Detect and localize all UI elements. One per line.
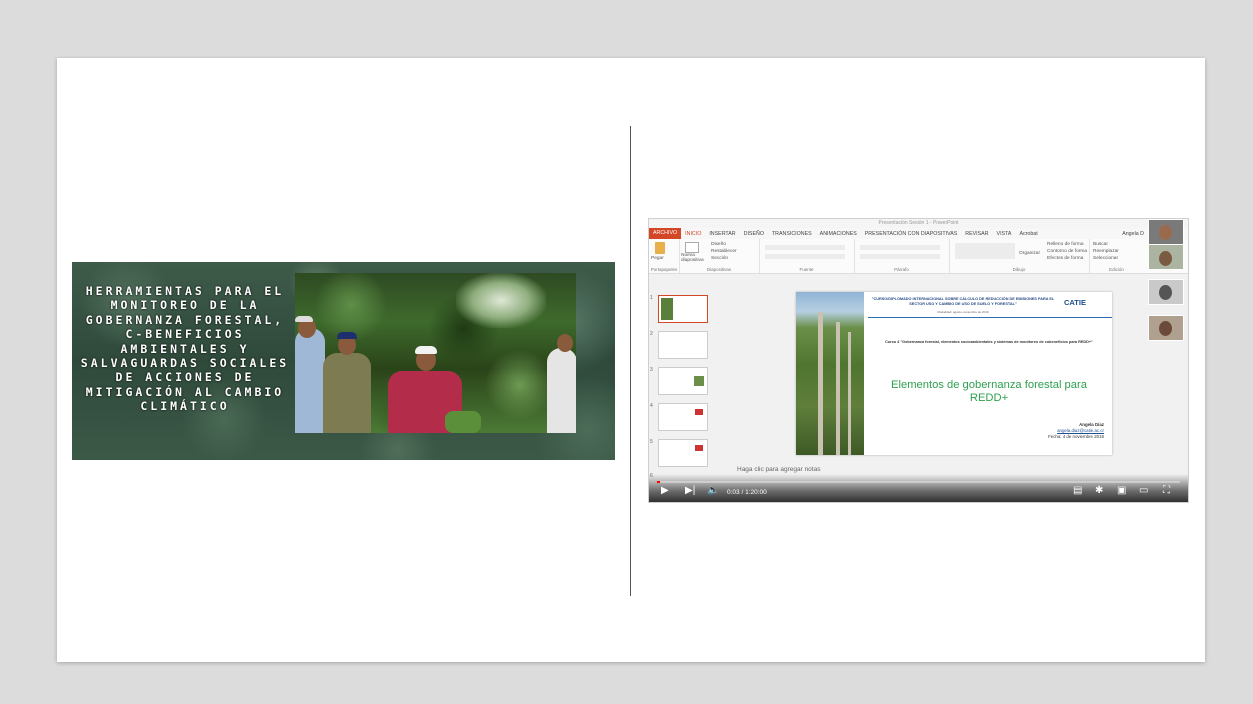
tab-design[interactable]: DISEÑO	[740, 231, 768, 237]
thumb-number: 1	[650, 295, 653, 301]
paste-button[interactable]: Pegar	[651, 256, 664, 261]
thumb-number: 2	[650, 331, 653, 337]
thumb-number: 5	[650, 439, 653, 445]
slide-thumbnail[interactable]	[658, 295, 708, 323]
tab-file[interactable]: ARCHIVO	[649, 228, 682, 239]
thumb-number: 3	[650, 367, 653, 373]
tab-animations[interactable]: ANIMACIONES	[816, 231, 861, 237]
slide-thumbnail[interactable]	[658, 403, 708, 431]
catie-logo: CATIE	[1064, 298, 1086, 307]
person-figure	[323, 332, 371, 433]
person-figure	[295, 316, 325, 433]
fill-button[interactable]: Relleno de forma	[1047, 242, 1084, 247]
slide-thumbnails: 1 2 3 4 5 6	[649, 289, 719, 484]
slide-thumbnail[interactable]	[658, 439, 708, 467]
font-group: Fuente	[759, 239, 855, 273]
field-team-photo	[295, 273, 576, 433]
slide-date: Fecha: 4 de noviembre 2019	[1048, 434, 1104, 439]
slide-thumbnail[interactable]	[658, 367, 708, 395]
plant	[445, 411, 481, 433]
banner-title: HERRAMIENTAS PARA EL MONITOREO DE LA GOB…	[80, 284, 290, 414]
ribbon: Pegar Portapapeles Nueva diapositiva Dis…	[649, 239, 1188, 274]
tab-view[interactable]: VISTA	[993, 231, 1016, 237]
current-slide: "CURSO/DIPLOMADO INTERNACIONAL SOBRE CÁL…	[796, 292, 1112, 455]
slide-title: Elementos de gobernanza forestal para RE…	[891, 379, 1087, 404]
time-display: 0:03 / 1:20:00	[727, 489, 767, 496]
font-selector[interactable]	[765, 245, 845, 250]
slide-thumbnail[interactable]	[658, 331, 708, 359]
slide-author-block: Angela Díaz angela.diaz@catie.ac.cr Fech…	[1048, 422, 1104, 440]
ribbon-tabs: ARCHIVO INICIO INSERTAR DISEÑO TRANSICIO…	[649, 228, 1188, 239]
settings-icon[interactable]: ✱	[1095, 485, 1103, 497]
slide-course-name: Curso 4 "Gobernanza forestal, elementos …	[885, 340, 1093, 344]
group-label: Párrafo	[894, 267, 909, 272]
clipboard-group: Pegar Portapapeles	[649, 239, 680, 273]
align-buttons[interactable]	[860, 254, 940, 259]
tab-transitions[interactable]: TRANSICIONES	[768, 231, 816, 237]
find-button[interactable]: Buscar	[1093, 242, 1108, 247]
tab-acrobat[interactable]: Acrobat	[1015, 231, 1041, 237]
paste-icon	[655, 242, 665, 254]
shapes-gallery[interactable]	[955, 243, 1015, 259]
group-label: Diapositivas	[706, 267, 732, 272]
editing-group: Buscar Reemplazar Seleccionar Edición	[1089, 239, 1144, 273]
group-label: Edición	[1109, 267, 1124, 272]
group-label: Dibujo	[1012, 267, 1026, 272]
effects-button[interactable]: Efectos de forma	[1047, 256, 1083, 261]
forest-photo	[796, 292, 864, 455]
webcam-thumbnail	[1148, 219, 1184, 245]
video-player[interactable]: Presentación Sesión 1 - PowerPoint ARCHI…	[648, 218, 1189, 503]
webcam-thumbnail	[1148, 279, 1184, 305]
drawing-group: Organizar Relleno de forma Contorno de f…	[949, 239, 1090, 273]
play-icon[interactable]: ▶	[661, 485, 669, 497]
arrange-button[interactable]: Organizar	[1019, 251, 1040, 256]
notes-placeholder[interactable]: Haga clic para agregar notas	[737, 466, 820, 473]
webcam-thumbnail	[1148, 244, 1184, 270]
slide-modality: Modalidad: agosto-noviembre de 2019	[937, 310, 989, 314]
section-button[interactable]: Sección	[711, 256, 728, 261]
course-banner: HERRAMIENTAS PARA EL MONITOREO DE LA GOB…	[72, 262, 615, 460]
paragraph-group: Párrafo	[854, 239, 950, 273]
select-button[interactable]: Seleccionar	[1093, 256, 1118, 261]
slides-group: Nueva diapositiva Diseño Restablecer Sec…	[679, 239, 760, 273]
next-icon[interactable]: ▶|	[685, 485, 695, 497]
fullscreen-icon[interactable]: ⛶	[1163, 485, 1170, 497]
tab-insert[interactable]: INSERTAR	[705, 231, 739, 237]
subtitles-icon[interactable]: ▤	[1073, 485, 1082, 497]
new-slide-icon	[685, 242, 699, 253]
new-slide-button[interactable]: Nueva diapositiva	[681, 253, 705, 263]
slide-course-header: "CURSO/DIPLOMADO INTERNACIONAL SOBRE CÁL…	[871, 297, 1055, 306]
miniplayer-icon[interactable]: ▣	[1117, 485, 1126, 497]
header-rule	[868, 317, 1112, 318]
window-title: Presentación Sesión 1 - PowerPoint	[649, 219, 1188, 228]
tab-slideshow[interactable]: PRESENTACIÓN CON DIAPOSITIVAS	[861, 231, 962, 237]
progress-bar[interactable]	[657, 481, 1180, 483]
tab-home[interactable]: INICIO	[681, 231, 705, 237]
group-label: Portapapeles	[650, 267, 678, 272]
volume-icon[interactable]: 🔈	[707, 485, 719, 497]
layout-button[interactable]: Diseño	[711, 242, 726, 247]
tab-review[interactable]: REVISAR	[961, 231, 992, 237]
paragraph-buttons[interactable]	[860, 245, 940, 250]
outline-button[interactable]: Contorno de forma	[1047, 249, 1087, 254]
font-format-buttons[interactable]	[765, 254, 845, 259]
reset-button[interactable]: Restablecer	[711, 249, 737, 254]
person-figure	[547, 334, 576, 433]
webcam-thumbnail	[1148, 315, 1184, 341]
column-divider	[630, 126, 631, 596]
presentation-page: HERRAMIENTAS PARA EL MONITOREO DE LA GOB…	[57, 58, 1205, 662]
thumb-number: 4	[650, 403, 653, 409]
player-controls: ▶ ▶| 🔈 0:03 / 1:20:00 ▤ ✱ ▣ ▭ ⛶	[649, 474, 1188, 502]
group-label: Fuente	[799, 267, 814, 272]
theater-icon[interactable]: ▭	[1139, 485, 1148, 497]
user-name: Angela D	[1122, 230, 1144, 237]
replace-button[interactable]: Reemplazar	[1093, 249, 1119, 254]
